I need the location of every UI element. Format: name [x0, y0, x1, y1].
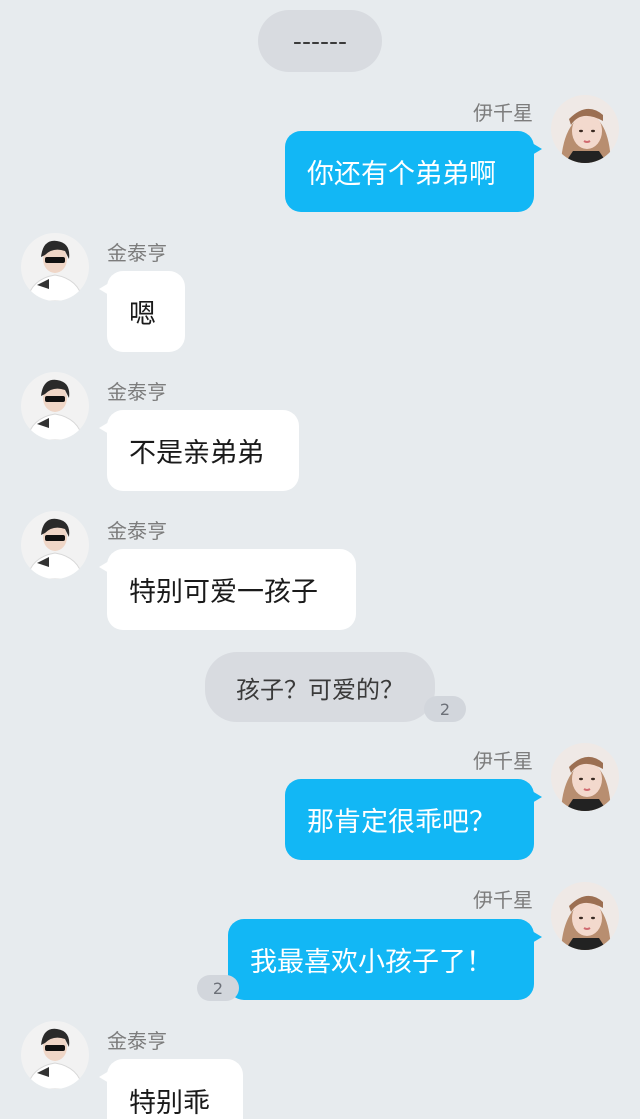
message-bubble[interactable]: 你还有个弟弟啊: [285, 131, 542, 212]
message-text: 特别可爱一孩子: [129, 577, 318, 608]
sender-name: 伊千星: [473, 101, 533, 125]
system-message-text: ------: [292, 26, 348, 56]
message-text: 嗯: [129, 299, 156, 330]
contact-avatar[interactable]: [21, 1021, 89, 1089]
boy-portrait-icon: [21, 1021, 89, 1089]
sender-name: 金泰亨: [107, 380, 167, 404]
message-bubble[interactable]: 我最喜欢小孩子了！: [228, 919, 542, 1000]
message-text: 特别乖: [129, 1088, 210, 1119]
reply-count-badge[interactable]: 2: [197, 975, 239, 1001]
sender-name: 伊千星: [473, 888, 533, 912]
chat-screen: ------ 伊千星 你还有个弟弟啊 金泰亨 嗯 金泰亨 不是亲弟弟 金泰亨 特…: [0, 0, 640, 1119]
boy-portrait-icon: [21, 233, 89, 301]
girl-portrait-icon: [551, 882, 619, 950]
center-message-bubble[interactable]: 孩子？可爱的？: [205, 652, 435, 722]
contact-avatar[interactable]: [21, 511, 89, 579]
message-bubble[interactable]: 不是亲弟弟: [99, 410, 299, 491]
reply-count: 2: [212, 978, 224, 998]
my-avatar[interactable]: [551, 743, 619, 811]
girl-portrait-icon: [551, 95, 619, 163]
message-bubble[interactable]: 嗯: [99, 271, 185, 352]
reply-count: 2: [439, 699, 451, 719]
message-text: 不是亲弟弟: [129, 438, 264, 469]
system-message: ------: [258, 10, 382, 72]
sender-name: 金泰亨: [107, 1029, 167, 1053]
sender-name: 金泰亨: [107, 241, 167, 265]
message-bubble[interactable]: 特别乖: [99, 1059, 243, 1119]
message-bubble[interactable]: 那肯定很乖吧？: [285, 779, 542, 860]
my-avatar[interactable]: [551, 882, 619, 950]
my-avatar[interactable]: [551, 95, 619, 163]
message-text: 孩子？可爱的？: [236, 675, 404, 704]
sender-name: 金泰亨: [107, 519, 167, 543]
boy-portrait-icon: [21, 511, 89, 579]
contact-avatar[interactable]: [21, 372, 89, 440]
reply-count-badge[interactable]: 2: [424, 696, 466, 722]
message-text: 那肯定很乖吧？: [307, 807, 496, 838]
message-text: 我最喜欢小孩子了！: [250, 947, 493, 978]
contact-avatar[interactable]: [21, 233, 89, 301]
girl-portrait-icon: [551, 743, 619, 811]
boy-portrait-icon: [21, 372, 89, 440]
message-bubble[interactable]: 特别可爱一孩子: [99, 549, 356, 630]
message-text: 你还有个弟弟啊: [307, 159, 496, 190]
sender-name: 伊千星: [473, 749, 533, 773]
